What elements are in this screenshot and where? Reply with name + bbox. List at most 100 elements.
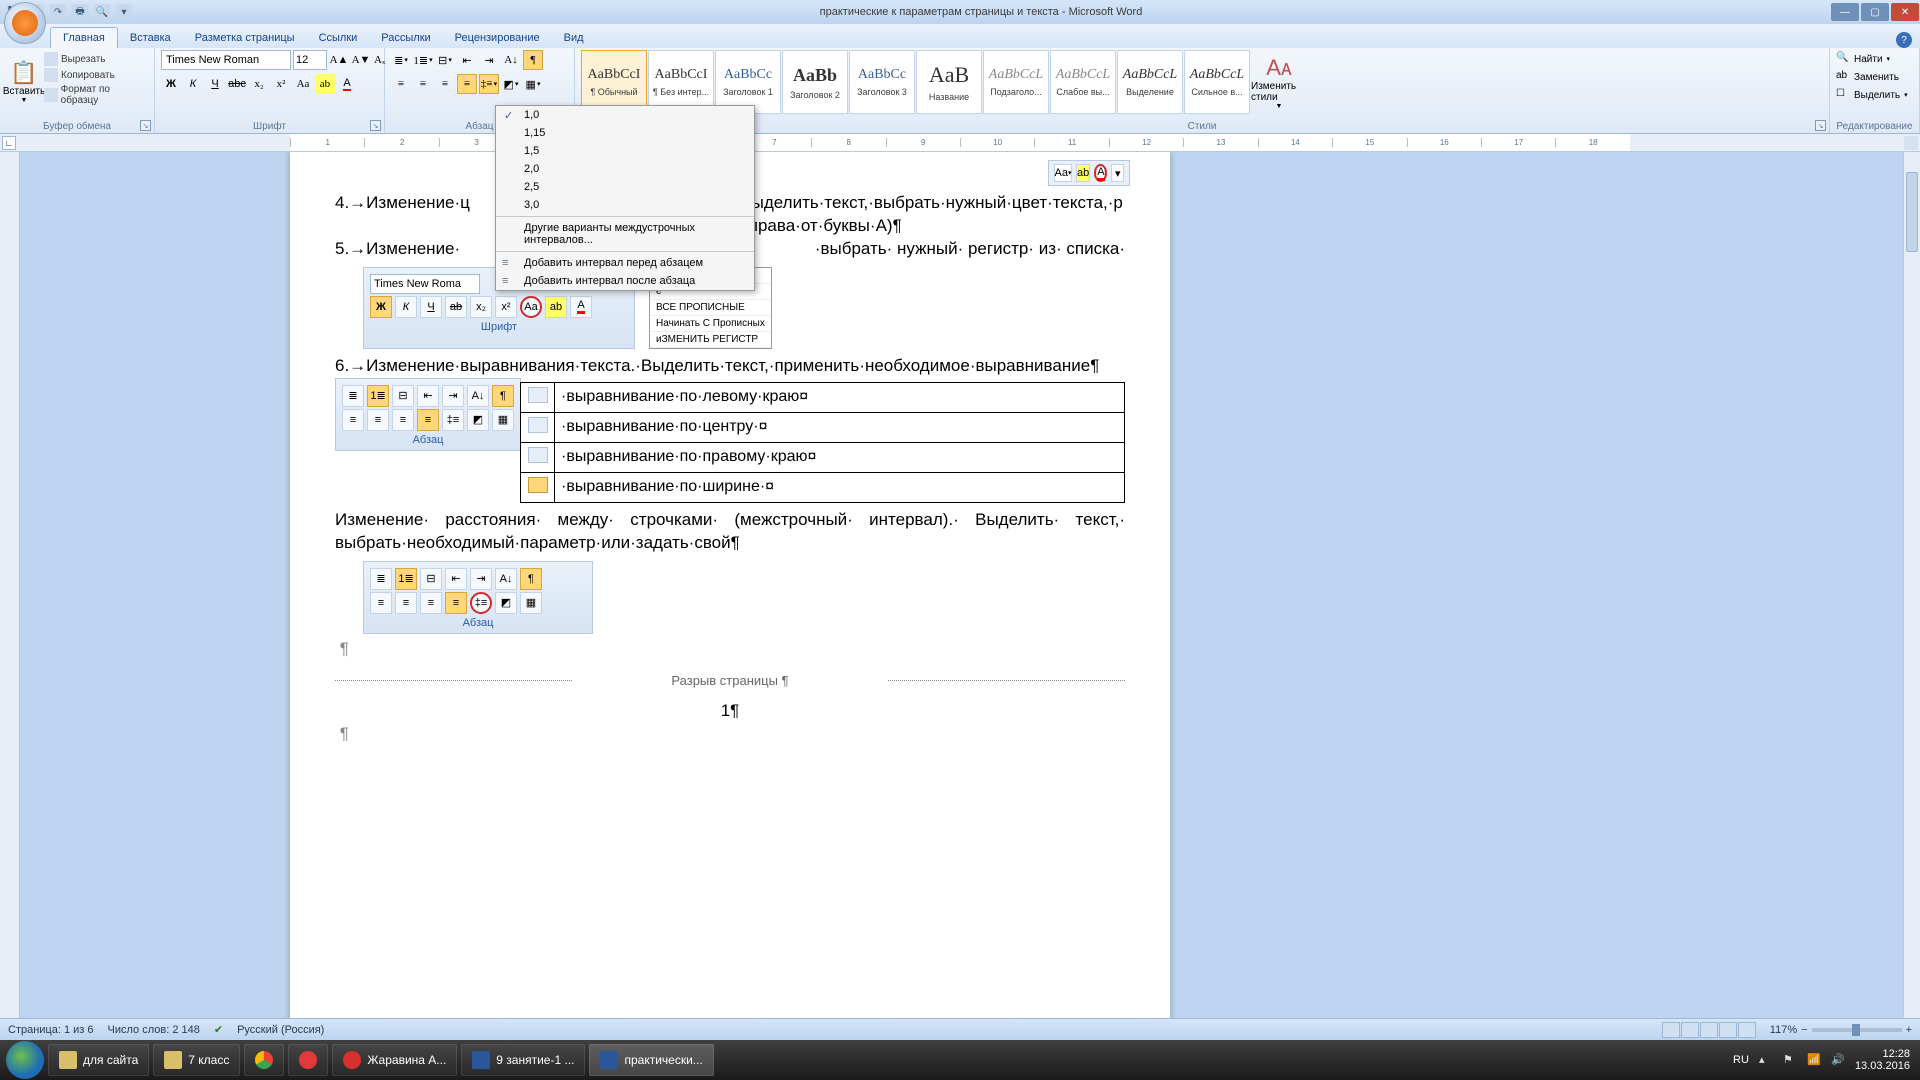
taskbar-yandex[interactable]: Жаравина А... [332,1044,457,1076]
shrink-font-button[interactable]: A▼ [351,50,371,70]
ls-add-before[interactable]: Добавить интервал перед абзацем [496,254,754,272]
style-emph[interactable]: AaBbCcLВыделение [1117,50,1183,114]
tab-references[interactable]: Ссылки [307,28,370,48]
view-web-layout[interactable] [1700,1022,1718,1038]
cut-button[interactable]: Вырезать [44,52,148,66]
show-marks-button[interactable]: ¶ [523,50,543,70]
multilevel-button[interactable]: ⊟▾ [435,50,455,70]
ls-option-2-5[interactable]: 2,5 [496,178,754,196]
bullets-button[interactable]: ≣▾ [391,50,411,70]
qat-more-icon[interactable]: ▾ [116,4,132,20]
redo-icon[interactable]: ↷ [50,4,66,20]
style-h2[interactable]: AaBbЗаголовок 2 [782,50,848,114]
change-styles-button[interactable]: Aᴀ Изменить стили ▼ [1251,50,1307,114]
sort-button[interactable]: A↓ [501,50,521,70]
zoom-slider[interactable] [1812,1028,1902,1032]
start-button[interactable] [6,1041,44,1079]
change-case-button[interactable]: Aa [293,74,313,94]
zoom-in-button[interactable]: + [1906,1024,1912,1036]
vertical-scrollbar[interactable] [1903,152,1920,1042]
numbering-button[interactable]: 1≣▾ [413,50,433,70]
styles-gallery[interactable]: AaBbCcI¶ Обычный AaBbCcI¶ Без интер... A… [581,50,1823,114]
view-outline[interactable] [1719,1022,1737,1038]
view-full-screen[interactable] [1681,1022,1699,1038]
ls-option-other[interactable]: Другие варианты междустрочных интервалов… [496,219,754,249]
ls-option-1-15[interactable]: 1,15 [496,124,754,142]
align-justify-button[interactable]: ≡ [457,74,477,94]
tab-view[interactable]: Вид [552,28,596,48]
tray-network-icon[interactable]: 📶 [1807,1053,1821,1067]
taskbar-opera[interactable] [288,1044,328,1076]
grow-font-button[interactable]: A▲ [329,50,349,70]
tray-flag-icon[interactable]: ⚑ [1783,1053,1797,1067]
help-icon[interactable]: ? [1896,32,1912,48]
strike-button[interactable]: abc [227,74,247,94]
taskbar-chrome[interactable] [244,1044,284,1076]
shading-button[interactable]: ◩▾ [501,74,521,94]
tray-volume-icon[interactable]: 🔊 [1831,1053,1845,1067]
style-h3[interactable]: AaBbCcЗаголовок 3 [849,50,915,114]
dialog-launcher-font[interactable]: ↘ [370,120,381,131]
find-button[interactable]: 🔍Найти▾ [1836,50,1913,68]
ls-option-1-5[interactable]: 1,5 [496,142,754,160]
borders-button[interactable]: ▦▾ [523,74,543,94]
horizontal-ruler[interactable]: 123456789101112131415161718 [290,134,1630,151]
tab-layout[interactable]: Разметка страницы [183,28,307,48]
quickprint-icon[interactable]: 🖶 [72,4,88,20]
ls-add-after[interactable]: Добавить интервал после абзаца [496,272,754,290]
select-button[interactable]: ☐Выделить▾ [1836,86,1913,104]
dialog-launcher-clipboard[interactable]: ↘ [140,120,151,131]
format-painter-button[interactable]: Формат по образцу [44,84,148,106]
tray-clock[interactable]: 12:28 13.03.2016 [1855,1048,1914,1072]
align-center-button[interactable]: ≡ [413,74,433,94]
font-name-combo[interactable] [161,50,291,70]
ls-option-1-0[interactable]: 1,0 [496,106,754,124]
tab-selector[interactable]: ∟ [2,136,16,150]
close-button[interactable]: ✕ [1891,3,1919,21]
align-left-button[interactable]: ≡ [391,74,411,94]
office-button[interactable] [4,2,46,44]
subscript-button[interactable]: x₂ [249,74,269,94]
tab-mailings[interactable]: Рассылки [369,28,442,48]
style-subtitle[interactable]: AaBbCcLПодзаголо... [983,50,1049,114]
underline-button[interactable]: Ч [205,74,225,94]
minimize-button[interactable]: — [1831,3,1859,21]
taskbar-folder-2[interactable]: 7 класс [153,1044,240,1076]
maximize-button[interactable]: ▢ [1861,3,1889,21]
align-right-button[interactable]: ≡ [435,74,455,94]
indent-button[interactable]: ⇥ [479,50,499,70]
status-language[interactable]: Русский (Россия) [237,1024,324,1036]
italic-button[interactable]: К [183,74,203,94]
status-wordcount[interactable]: Число слов: 2 148 [108,1024,200,1036]
status-page[interactable]: Страница: 1 из 6 [8,1024,94,1036]
style-title[interactable]: AaBНазвание [916,50,982,114]
tab-insert[interactable]: Вставка [118,28,183,48]
ruler-toggle[interactable] [1904,136,1918,150]
preview-icon[interactable]: 🔍 [94,4,110,20]
taskbar-folder-1[interactable]: для сайта [48,1044,149,1076]
superscript-button[interactable]: x² [271,74,291,94]
font-size-combo[interactable] [293,50,327,70]
view-print-layout[interactable] [1662,1022,1680,1038]
line-spacing-button[interactable]: ‡≡▾ [479,74,499,94]
scrollbar-thumb[interactable] [1906,172,1918,252]
outdent-button[interactable]: ⇤ [457,50,477,70]
tab-home[interactable]: Главная [50,27,118,48]
ls-option-3-0[interactable]: 3,0 [496,196,754,214]
status-proofing-icon[interactable]: ✔ [214,1023,223,1036]
style-strong[interactable]: AaBbCcLСильное в... [1184,50,1250,114]
dialog-launcher-styles[interactable]: ↘ [1815,120,1826,131]
tray-language[interactable]: RU [1733,1054,1749,1066]
vertical-ruler[interactable] [0,152,20,1042]
copy-button[interactable]: Копировать [44,68,148,82]
font-color-button[interactable]: A [337,74,357,94]
taskbar-word-1[interactable]: 9 занятие-1 ... [461,1044,585,1076]
paste-button[interactable]: 📋 Вставить ▼ [6,50,42,114]
taskbar-word-2[interactable]: практически... [589,1044,713,1076]
tray-up-icon[interactable]: ▴ [1759,1053,1773,1067]
bold-button[interactable]: Ж [161,74,181,94]
ls-option-2-0[interactable]: 2,0 [496,160,754,178]
replace-button[interactable]: abЗаменить [1836,68,1913,86]
tab-review[interactable]: Рецензирование [443,28,552,48]
zoom-value[interactable]: 117% [1770,1024,1797,1036]
